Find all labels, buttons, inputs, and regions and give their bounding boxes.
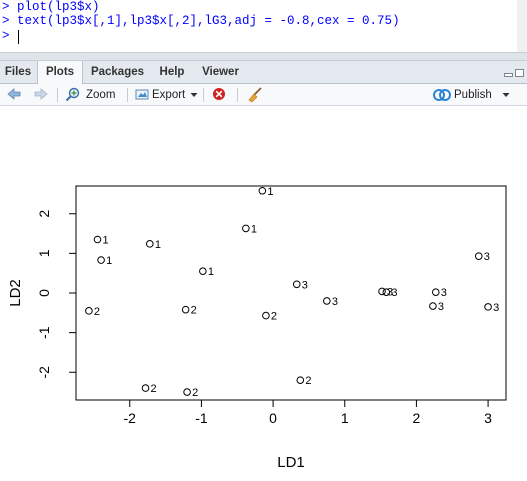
console-scrollbar[interactable]	[517, 0, 527, 52]
data-point	[292, 280, 301, 289]
forward-arrow-icon[interactable]	[33, 87, 49, 101]
data-points: 11 11112 2 22 223333 3333	[85, 186, 499, 399]
export-button[interactable]: Export	[152, 88, 185, 102]
point-label: 1	[155, 239, 161, 251]
tab-plots[interactable]: Plots	[37, 61, 83, 84]
y-tick-label: 2	[36, 210, 52, 218]
y-tick-label: 1	[36, 249, 52, 257]
toolbar-separator	[237, 88, 238, 102]
scatter-plot: -2 -1 0 1 2 3 -2 -1 0 1 2 1 1 1 1 1 1 2 2 2 2 2 2 3 3 3 3 3 3 3 3 LD…	[7, 185, 507, 471]
plots-toolbar: Zoom Export Publish	[0, 84, 527, 106]
y-axis: -2 -1 0 1 2	[36, 210, 77, 379]
point-label: 3	[302, 279, 308, 291]
data-point	[258, 186, 267, 195]
console-pane[interactable]: > plot(lp3$x) > text(lp3$x[,1],lp3$x[,2]…	[0, 0, 527, 52]
data-point	[262, 311, 270, 320]
x-axis-label: LD1	[277, 454, 305, 471]
point-label: 3	[484, 251, 490, 263]
data-point	[296, 376, 305, 384]
y-axis-label: LD2	[7, 279, 24, 307]
point-label: 1	[103, 235, 109, 247]
data-point	[181, 305, 190, 314]
chevron-down-icon[interactable]	[190, 92, 198, 98]
x-tick-label: -1	[195, 410, 208, 426]
data-point	[146, 240, 154, 248]
data-point	[85, 307, 93, 315]
point-label: 3	[391, 287, 397, 299]
plot-viewer[interactable]: -2 -1 0 1 2 3 -2 -1 0 1 2 1 1 1 1 1 1 2 2 2 2 2 2 3 3 3 3 3 3 3 3 LD…	[0, 106, 527, 481]
tab-help[interactable]: Help	[152, 61, 192, 83]
zoom-magnifier-icon[interactable]	[65, 87, 81, 103]
zoom-button[interactable]: Zoom	[86, 88, 115, 102]
x-tick-label: 3	[484, 410, 492, 426]
data-point	[323, 297, 331, 305]
toolbar-separator	[203, 88, 204, 102]
data-point	[429, 302, 437, 310]
point-label: 1	[267, 186, 273, 198]
console-prompt[interactable]: >	[2, 29, 17, 44]
point-label: 2	[94, 306, 100, 318]
toolbar-separator	[57, 88, 58, 102]
chevron-down-icon[interactable]	[502, 92, 510, 98]
broom-icon[interactable]	[246, 87, 264, 103]
tab-packages[interactable]: Packages	[84, 61, 151, 83]
publish-icon[interactable]	[433, 87, 451, 103]
point-label: 1	[106, 255, 112, 267]
point-label: 3	[441, 287, 447, 299]
point-label: 2	[305, 375, 311, 387]
back-arrow-icon[interactable]	[6, 87, 22, 101]
point-label: 2	[191, 305, 197, 317]
point-label: 3	[438, 301, 444, 313]
export-icon[interactable]	[134, 87, 150, 103]
data-point	[183, 388, 191, 396]
point-label: 2	[192, 387, 198, 399]
publish-button[interactable]: Publish	[454, 88, 492, 102]
tab-viewer[interactable]: Viewer	[193, 61, 248, 83]
y-tick-label: -1	[36, 326, 52, 339]
point-label: 3	[493, 302, 499, 314]
data-point	[242, 224, 250, 233]
pane-tab-bar: Files Plots Packages Help Viewer	[0, 61, 527, 84]
point-label: 2	[271, 311, 277, 323]
x-axis: -2 -1 0 1 2 3	[124, 399, 492, 426]
data-point	[431, 288, 440, 297]
y-tick-label: -2	[36, 366, 52, 379]
data-point	[93, 235, 102, 244]
x-tick-label: 0	[269, 410, 277, 426]
toolbar-separator	[127, 88, 128, 102]
data-point	[141, 384, 150, 392]
console-line: > plot(lp3$x)	[2, 0, 100, 14]
data-point	[484, 303, 492, 311]
x-tick-label: 1	[341, 410, 349, 426]
x-tick-label: 2	[413, 410, 421, 426]
point-label: 1	[251, 223, 257, 235]
remove-plot-icon[interactable]	[211, 87, 227, 103]
x-tick-label: -2	[124, 410, 137, 426]
maximize-pane-icon[interactable]	[515, 69, 524, 77]
data-point	[97, 256, 105, 264]
console-line: > text(lp3$x[,1],lp3$x[,2],lG3,adj = -0.…	[2, 14, 400, 28]
point-label: 3	[332, 296, 338, 308]
pane-splitter[interactable]	[0, 52, 527, 61]
tab-files[interactable]: Files	[0, 61, 36, 83]
data-point	[199, 267, 207, 276]
y-tick-label: 0	[36, 289, 52, 297]
point-label: 2	[151, 383, 157, 395]
point-label: 1	[208, 266, 214, 278]
minimize-pane-icon[interactable]	[504, 73, 513, 77]
text-cursor	[18, 30, 19, 44]
data-point	[474, 252, 483, 260]
